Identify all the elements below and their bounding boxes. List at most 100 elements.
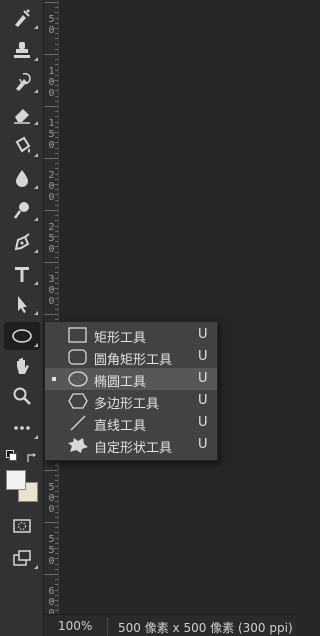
ruler-tick [55,501,58,502]
ruler-digit: 1 [48,66,55,77]
ruler-tick [55,137,58,138]
menu-item-line-tool[interactable]: 直线工具 U [45,412,217,434]
shortcut-key: U [198,437,208,452]
ruler-tick [55,179,58,180]
ruler-tick [55,90,58,91]
ruler-tick [44,158,58,159]
ruler-tick [55,163,58,164]
ruler-tick [55,122,58,123]
ellipse-icon[interactable] [4,322,40,350]
ellipse-icon [67,370,89,388]
shortcut-key: U [198,393,208,408]
ruler-tick [55,189,58,190]
history-brush-icon[interactable] [4,68,40,96]
menu-item-label: 矩形工具 [94,331,147,346]
paint-bucket-icon[interactable] [4,132,40,160]
ruler-tick [55,33,58,34]
ruler-tick [44,262,58,263]
ruler-digit: 5 [48,14,55,25]
menu-item-rounded-rectangle-tool[interactable]: 圆角矩形工具 U [45,346,217,368]
quick-mask-icon[interactable] [4,512,40,540]
ruler-tick [55,205,58,206]
ruler-tick [55,70,58,71]
ruler-tick [55,96,58,97]
ruler-tick [55,18,58,19]
ruler-tick [55,231,58,232]
ruler-digit: 5 [48,233,55,244]
ruler-tick [52,132,58,133]
menu-item-custom-shape-tool[interactable]: 自定形状工具 U [45,434,217,456]
ruler-digit: 0 [48,285,55,296]
menu-item-ellipse-tool[interactable]: 椭圆工具 U [45,368,217,390]
ruler-digit: 5 [48,534,55,545]
ruler-tick [44,210,58,211]
pen-icon[interactable] [4,228,40,256]
spot-healing-brush-icon[interactable] [4,4,40,32]
ruler-digit: 0 [48,77,55,88]
swap-colors-icon[interactable] [26,449,38,462]
clone-stamp-icon[interactable] [4,36,40,64]
hand-icon[interactable] [4,352,40,380]
ruler-tick [44,2,58,3]
shortcut-key: U [198,349,208,364]
ruler-tick [55,194,58,195]
ruler-tick [55,584,58,585]
menu-item-rectangle-tool[interactable]: 矩形工具 U [45,324,217,346]
path-selection-icon[interactable] [4,290,40,318]
divider [107,617,108,635]
ruler-tick [55,252,58,253]
type-icon[interactable] [4,260,40,288]
ruler-tick [55,44,58,45]
ruler-tick [55,532,58,533]
ruler-digit: 5 [48,129,55,140]
ruler-digit: 2 [48,170,55,181]
blur-icon[interactable] [4,164,40,192]
ruler-digit: 2 [48,222,55,233]
screen-mode-icon[interactable] [4,544,40,572]
ruler-tick [52,548,58,549]
menu-item-polygon-tool[interactable]: 多边形工具 U [45,390,217,412]
ruler-digit: 0 [48,25,55,36]
zoom-icon[interactable] [4,382,40,410]
ruler-tick [55,64,58,65]
ruler-tick [55,564,58,565]
rounded-rectangle-icon [67,348,89,366]
ruler-tick [44,54,58,55]
zoom-level[interactable]: 100% [58,619,92,633]
ruler-digit: 0 [48,556,55,567]
shortcut-key: U [198,415,208,430]
custom-shape-icon [67,436,89,454]
ruler-tick [55,293,58,294]
ruler-tick [55,220,58,221]
ruler-digit: 0 [48,192,55,203]
eraser-icon[interactable] [4,100,40,128]
ruler-tick [55,278,58,279]
ruler-tick [55,200,58,201]
ruler-tick [55,49,58,50]
ruler-tick [55,569,58,570]
ruler-digit: 0 [48,244,55,255]
more-tools-icon[interactable] [4,414,40,442]
ruler-tick [52,600,58,601]
ruler-tick [44,574,58,575]
ruler-tick [55,610,58,611]
ruler-tick [55,127,58,128]
foreground-color-swatch[interactable] [6,470,26,490]
ruler-digit: 0 [48,597,55,608]
ruler-digit: 3 [48,274,55,285]
ruler-tick [55,168,58,169]
ruler-tick [55,267,58,268]
ruler-tick [52,184,58,185]
menu-item-label: 直线工具 [94,419,147,434]
ruler-tick [55,116,58,117]
ruler-tick [55,298,58,299]
document-info[interactable]: 500 像素 x 500 像素 (300 ppi) [118,619,293,636]
default-colors-icon[interactable] [6,450,17,461]
vertical-ruler: 50100150200250300350400450500550600 [44,0,59,614]
ruler-tick [55,59,58,60]
ruler-tick [44,106,58,107]
ruler-digit: 0 [48,493,55,504]
ruler-tick [55,605,58,606]
dodge-icon[interactable] [4,196,40,224]
status-bar: 100% 500 像素 x 500 像素 (300 ppi) [44,614,296,636]
